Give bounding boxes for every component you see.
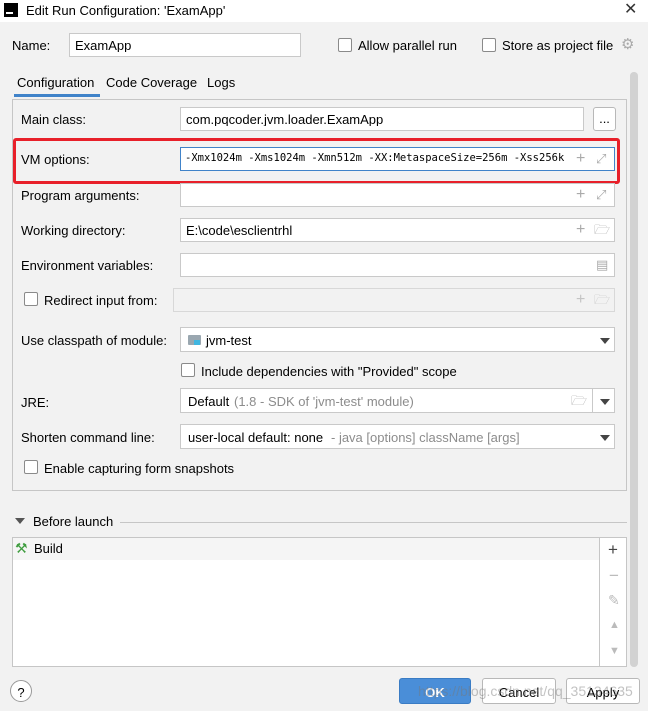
capture-snapshots-label: Enable capturing form snapshots — [44, 461, 235, 476]
move-up-icon[interactable]: ▲ — [609, 620, 620, 631]
store-project-checkbox[interactable] — [482, 38, 496, 52]
intellij-logo-icon — [4, 3, 18, 17]
redirect-input-label: Redirect input from: — [44, 293, 158, 308]
help-button[interactable]: ? — [10, 680, 32, 702]
chevron-down-icon — [600, 338, 610, 344]
title-bar: Edit Run Configuration: 'ExamApp' ✕ — [0, 0, 648, 22]
remove-icon[interactable]: − — [609, 567, 619, 584]
working-dir-label: Working directory: — [21, 223, 126, 238]
main-class-label: Main class: — [21, 112, 87, 127]
include-deps-label: Include dependencies with "Provided" sco… — [201, 364, 457, 379]
vm-options-input[interactable]: -Xmx1024m -Xms1024m -Xmn512m -XX:Metaspa… — [180, 147, 615, 171]
before-launch-list[interactable]: ⚒ Build — [12, 537, 600, 667]
watermark: https://blog.csdn.net/qq_35134635 — [418, 683, 633, 699]
classpath-module-label: Use classpath of module: — [21, 333, 167, 348]
list-item[interactable]: ⚒ Build — [13, 538, 599, 560]
module-folder-icon — [188, 335, 201, 345]
include-deps-checkbox[interactable] — [181, 363, 195, 377]
expand-plus-icon[interactable]: + — [576, 151, 585, 167]
before-launch-toggle-icon[interactable] — [15, 518, 25, 524]
chevron-down-icon[interactable] — [600, 399, 610, 405]
capture-snapshots-checkbox[interactable] — [24, 460, 38, 474]
move-down-icon[interactable]: ▼ — [609, 646, 620, 657]
close-icon[interactable]: ✕ — [624, 2, 637, 18]
tab-logs[interactable]: Logs — [207, 76, 235, 89]
vm-options-label: VM options: — [21, 152, 90, 167]
env-vars-input[interactable]: ▤ — [180, 253, 615, 277]
chevron-down-icon — [600, 435, 610, 441]
before-launch-divider — [120, 522, 627, 523]
folder-icon: 🗁 — [594, 292, 611, 307]
main-class-browse-button[interactable]: ... — [593, 107, 616, 131]
add-icon[interactable]: + — [608, 541, 618, 558]
scrollbar[interactable] — [630, 72, 638, 667]
redirect-input-field: + 🗁 — [173, 288, 615, 312]
allow-parallel-checkbox[interactable] — [338, 38, 352, 52]
tab-code-coverage[interactable]: Code Coverage — [106, 76, 197, 89]
document-icon[interactable]: ▤ — [596, 258, 608, 271]
before-launch-title: Before launch — [33, 514, 114, 529]
program-args-input[interactable]: + ⤢ — [180, 183, 615, 207]
program-args-label: Program arguments: — [21, 188, 140, 203]
tab-configuration[interactable]: Configuration — [14, 73, 100, 97]
allow-parallel-label: Allow parallel run — [358, 38, 457, 53]
divider — [592, 389, 593, 412]
maximize-icon[interactable]: ⤢ — [596, 152, 606, 165]
gear-icon[interactable]: ⚙ — [621, 37, 634, 52]
redirect-input-checkbox[interactable] — [24, 292, 38, 306]
env-vars-label: Environment variables: — [21, 258, 154, 273]
expand-plus-icon[interactable]: + — [576, 187, 585, 203]
macro-plus-icon[interactable]: + — [576, 222, 585, 238]
edit-icon[interactable]: ✎ — [608, 593, 620, 607]
folder-icon[interactable]: 🗁 — [571, 394, 587, 407]
main-class-input[interactable]: com.pqcoder.jvm.loader.ExamApp — [180, 107, 584, 131]
window-title: Edit Run Configuration: 'ExamApp' — [26, 3, 226, 18]
before-launch-toolbar: + − ✎ ▲ ▼ — [600, 537, 627, 667]
working-dir-input[interactable]: E:\code\esclientrhl + 🗁 — [180, 218, 615, 242]
hammer-icon: ⚒ — [15, 540, 28, 556]
shorten-cmd-label: Shorten command line: — [21, 430, 155, 445]
jre-label: JRE: — [21, 395, 50, 410]
jre-dropdown[interactable]: Default (1.8 - SDK of 'jvm-test' module)… — [180, 388, 615, 413]
store-project-label: Store as project file — [502, 38, 614, 53]
folder-icon[interactable]: 🗁 — [594, 223, 610, 236]
macro-plus-icon: + — [576, 291, 586, 308]
shorten-cmd-dropdown[interactable]: user-local default: none - java [options… — [180, 424, 615, 449]
name-label: Name: — [12, 38, 51, 53]
name-input[interactable]: ExamApp — [69, 33, 301, 57]
maximize-icon[interactable]: ⤢ — [596, 188, 606, 201]
classpath-module-dropdown[interactable]: jvm-test — [180, 327, 615, 352]
